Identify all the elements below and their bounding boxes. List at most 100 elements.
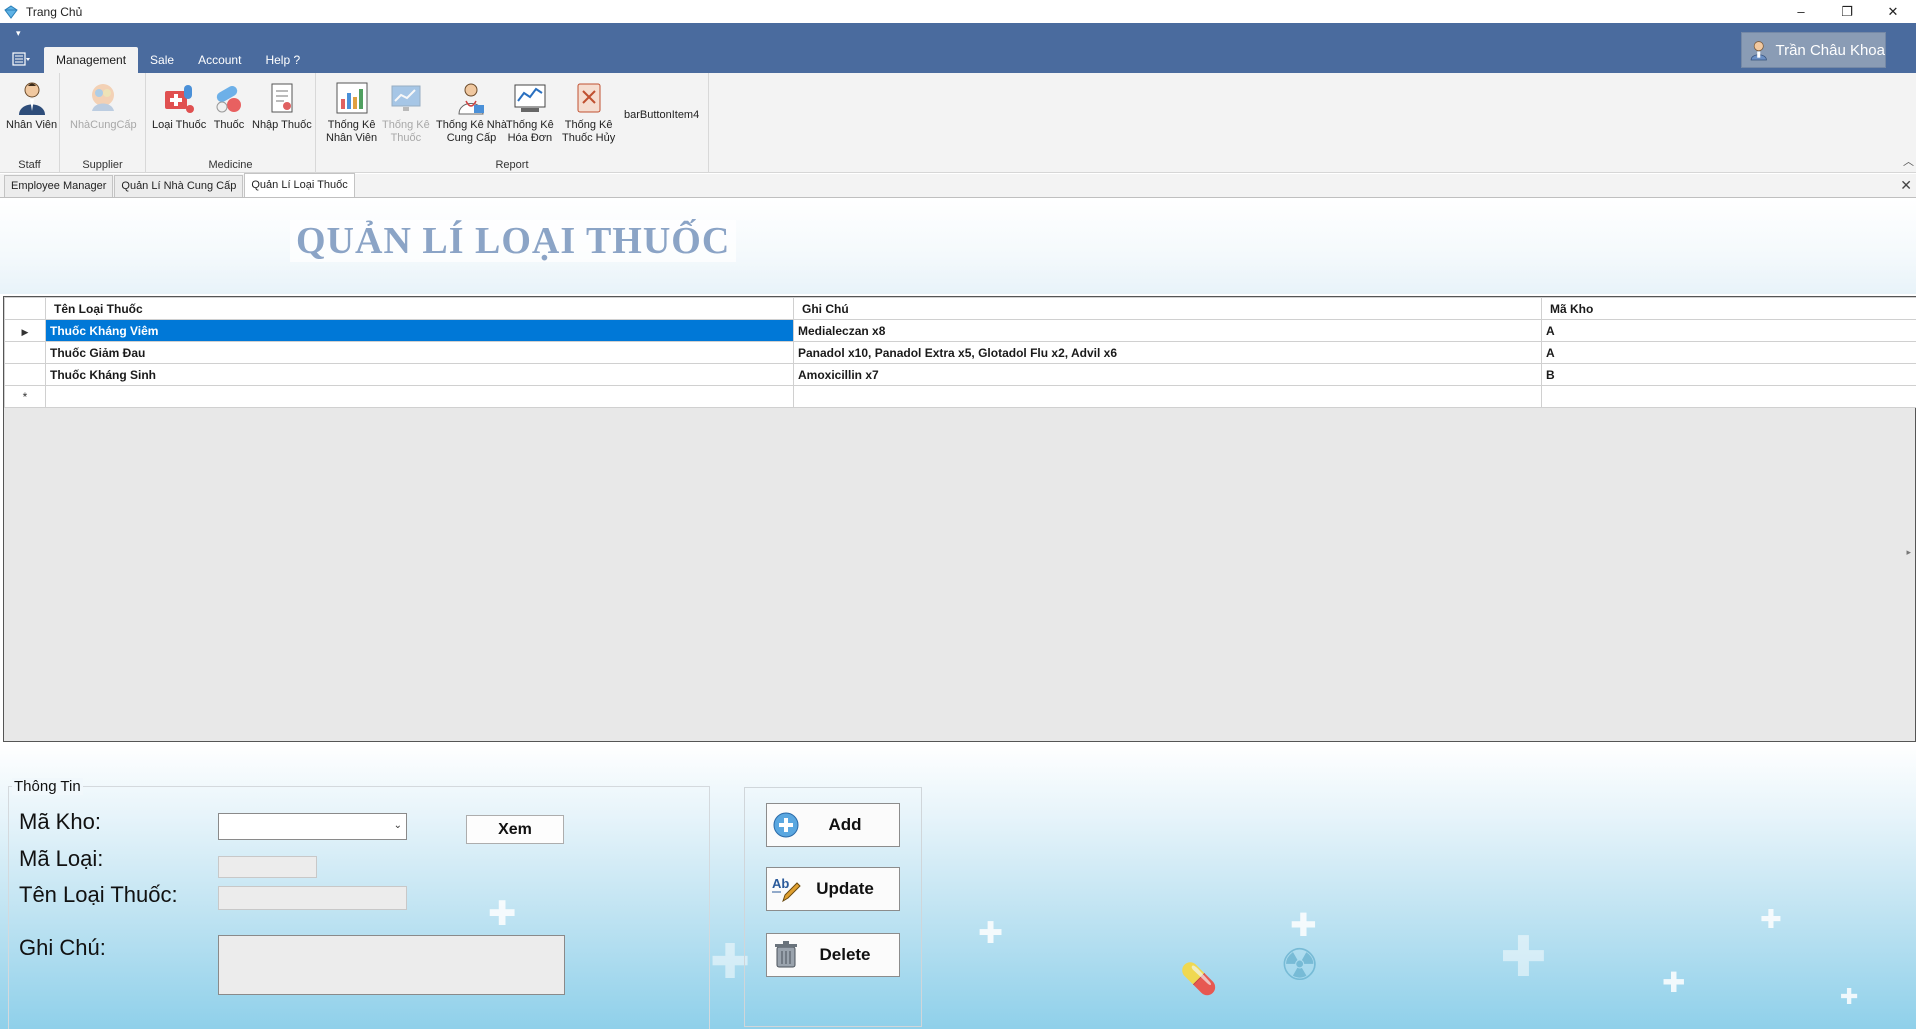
add-button[interactable]: Add <box>766 803 900 847</box>
grid-header-row: Tên Loại Thuốc Ghi Chú Mã Kho <box>4 297 1916 320</box>
pill-decor-icon: 💊 <box>1180 963 1218 996</box>
thuoc-label: Thuốc <box>213 119 245 131</box>
cell-ma-kho[interactable]: B <box>1541 363 1916 386</box>
cell-ma-kho[interactable]: A <box>1541 319 1916 342</box>
nhap-thuoc-label: Nhập Thuốc <box>252 119 312 131</box>
ribbon-group-report: Thống Kê Nhân Viên Thống Kê Thuốc Thống Kê… <box>316 73 709 173</box>
column-header-ma-kho[interactable]: Mã Kho <box>1541 297 1916 320</box>
group-label-report: Report <box>495 159 529 171</box>
new-row-header[interactable]: * <box>4 385 46 408</box>
plus-decor-icon: ✚ <box>1760 904 1782 934</box>
grid-scroll-arrow-icon[interactable]: ▸ <box>1906 547 1911 558</box>
table-row[interactable]: Thuốc Giảm Đau Panadol x10, Panadol Extr… <box>4 341 1916 364</box>
nhan-vien-button[interactable]: Nhân Viên <box>6 79 57 132</box>
row-header[interactable] <box>4 363 46 386</box>
doc-tab-quan-li-nha-cung-cap[interactable]: Quản Lí Nhà Cung Cấp <box>114 175 244 197</box>
user-avatar-icon <box>1750 41 1767 61</box>
cell-ghi-chu[interactable]: Amoxicillin x7 <box>793 363 1542 386</box>
close-window-button[interactable]: ✕ <box>1870 0 1916 23</box>
ribbon-group-medicine: Loại Thuốc Thuốc Nhập Thuốc Medicine <box>146 73 316 173</box>
user-name: Trần Châu Khoa <box>1775 41 1885 59</box>
ribbon-collapse-icon[interactable]: ︿ <box>1903 153 1914 169</box>
add-plus-icon <box>771 810 801 840</box>
thong-ke-thuoc-huy-button[interactable]: Thống Kê Thuốc Hủy <box>562 79 615 145</box>
edit-text-icon: Ab <box>771 874 801 904</box>
title-bar: Trang Chủ – ❐ ✕ <box>0 0 1916 23</box>
nhap-thuoc-button[interactable]: Nhập Thuốc <box>252 79 312 132</box>
ghi-chu-textarea[interactable] <box>218 935 565 995</box>
thong-ke-hoa-don-button[interactable]: Thống Kê Hóa Đơn <box>506 79 554 145</box>
cell-ghi-chu[interactable]: Medialeczan x8 <box>793 319 1542 342</box>
chart-report-icon <box>333 79 371 117</box>
doc-tab-employee-manager[interactable]: Employee Manager <box>4 175 114 197</box>
column-header-ghi-chu[interactable]: Ghi Chú <box>793 297 1542 320</box>
thong-ke-nha-cung-cap-button[interactable]: Thống Kê Nhà Cung Cấp <box>436 79 507 145</box>
cell-ghi-chu[interactable]: Panadol x10, Panadol Extra x5, Glotadol … <box>793 341 1542 364</box>
row-header-current[interactable]: ▶ <box>4 319 46 342</box>
new-cell-ma-kho[interactable] <box>1541 385 1916 408</box>
group-label-medicine: Medicine <box>208 159 253 171</box>
group-label-staff: Staff <box>18 159 41 171</box>
loai-thuoc-label: Loại Thuốc <box>152 119 207 131</box>
thuoc-button[interactable]: Thuốc <box>210 79 248 132</box>
xem-button[interactable]: Xem <box>466 815 564 844</box>
grid-corner[interactable] <box>4 297 46 320</box>
thong-ke-thuoc-label: Thống Kê Thuốc <box>382 119 430 144</box>
ghi-chu-label: Ghi Chú: <box>19 935 106 960</box>
ma-kho-combobox[interactable]: ⌄ <box>218 813 407 840</box>
ribbon-tab-management[interactable]: Management <box>44 47 139 73</box>
update-button[interactable]: Ab Update <box>766 867 900 911</box>
cell-ten-loai-thuoc[interactable]: Thuốc Giảm Đau <box>45 341 794 364</box>
page-title: QUẢN LÍ LOẠI THUỐC <box>290 220 737 262</box>
table-row[interactable]: Thuốc Kháng Sinh Amoxicillin x7 B <box>4 363 1916 386</box>
cell-ten-loai-thuoc[interactable]: Thuốc Kháng Sinh <box>45 363 794 386</box>
app-diamond-icon <box>4 4 18 19</box>
ribbon-tab-help[interactable]: Help ? <box>253 47 312 73</box>
plus-decor-icon: ✚ <box>978 917 1004 950</box>
loai-thuoc-button[interactable]: Loại Thuốc <box>152 79 206 132</box>
ribbon-tab-sale[interactable]: Sale <box>138 47 186 73</box>
ma-kho-label: Mã Kho: <box>19 809 101 834</box>
thong-ke-nhan-vien-label: Thống Kê Nhân Viên <box>326 119 378 144</box>
medicine-type-grid[interactable]: Tên Loại Thuốc Ghi Chú Mã Kho ▶ Thuốc Kh… <box>3 296 1916 742</box>
chevron-down-icon[interactable]: ⌄ <box>394 820 402 831</box>
ma-loai-label: Mã Loại: <box>19 846 104 871</box>
bar-button-item4[interactable]: barButtonItem4 <box>624 107 699 122</box>
invoice-chart-icon <box>511 79 549 117</box>
new-row-marker-icon: * <box>22 389 28 404</box>
ribbon-tab-account[interactable]: Account <box>186 47 253 73</box>
row-header[interactable] <box>4 341 46 364</box>
current-row-marker-icon: ▶ <box>21 326 29 337</box>
nha-cung-cap-button[interactable]: NhàCungCấp <box>70 79 137 132</box>
employee-icon <box>13 79 51 117</box>
cell-ma-kho[interactable]: A <box>1541 341 1916 364</box>
cell-ten-loai-thuoc[interactable]: Thuốc Kháng Viêm <box>45 319 794 342</box>
monitor-chart-icon <box>387 79 425 117</box>
user-account-button[interactable]: Trần Châu Khoa <box>1741 32 1886 68</box>
delete-button[interactable]: Delete <box>766 933 900 977</box>
restore-button[interactable]: ❐ <box>1824 0 1870 23</box>
ma-loai-field[interactable] <box>218 856 317 878</box>
close-document-icon[interactable]: ✕ <box>1900 177 1912 194</box>
thong-ke-nhan-vien-button[interactable]: Thống Kê Nhân Viên <box>326 79 377 145</box>
ribbon-panel: Nhân Viên Staff NhàCungCấp Supplier Loại… <box>0 73 1916 173</box>
column-header-ten-loai-thuoc[interactable]: Tên Loại Thuốc <box>45 297 794 320</box>
window-title: Trang Chủ <box>26 4 83 19</box>
new-row[interactable]: * <box>4 385 1916 408</box>
quick-access-dropdown-icon[interactable]: ▾ <box>16 28 21 39</box>
app-menu-button[interactable] <box>10 50 32 68</box>
svg-text:Ab: Ab <box>772 876 789 891</box>
new-cell-ten-loai-thuoc[interactable] <box>45 385 794 408</box>
minimize-button[interactable]: – <box>1778 0 1824 23</box>
doc-tab-quan-li-loai-thuoc[interactable]: Quản Lí Loại Thuốc <box>244 173 355 197</box>
table-row[interactable]: ▶ Thuốc Kháng Viêm Medialeczan x8 A <box>4 319 1916 342</box>
plus-decor-icon: ✚ <box>1290 907 1317 943</box>
header-background <box>0 198 1916 294</box>
new-cell-ghi-chu[interactable] <box>793 385 1542 408</box>
app-menu-icon <box>12 52 30 66</box>
add-label: Add <box>828 815 862 834</box>
supplier-icon <box>84 79 122 117</box>
ten-loai-thuoc-field[interactable] <box>218 886 407 910</box>
thong-ke-thuoc-button[interactable]: Thống Kê Thuốc <box>382 79 430 145</box>
plus-decor-icon: ✚ <box>1500 925 1547 988</box>
